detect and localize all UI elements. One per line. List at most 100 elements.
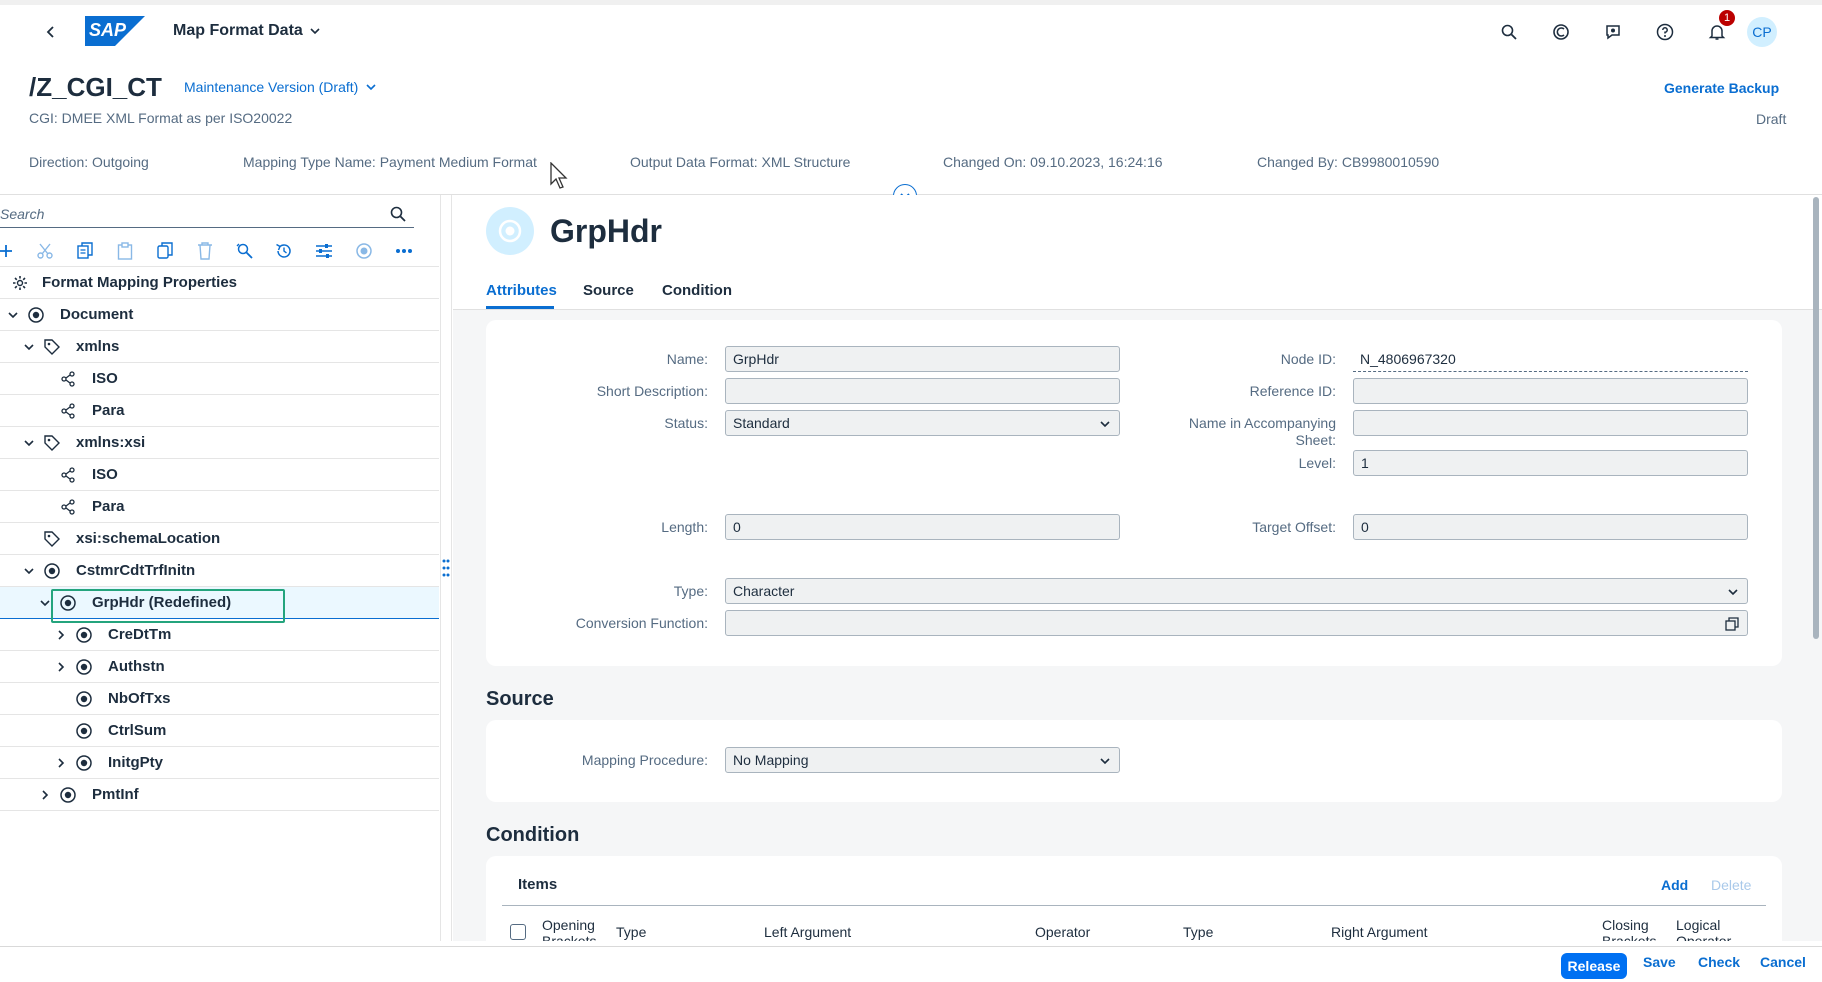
- condition-section-title: Condition: [486, 824, 580, 846]
- share-icon: [61, 467, 75, 483]
- chevron-down-icon: [1728, 589, 1738, 596]
- tab-source[interactable]: Source: [583, 282, 634, 299]
- type-value: Character: [733, 583, 795, 599]
- length-label: Length:: [661, 519, 708, 535]
- tree-item-credttm[interactable]: CreDtTm: [0, 619, 439, 651]
- tree-search-field[interactable]: Search: [0, 201, 414, 228]
- tree-item-iso[interactable]: ISO: [0, 363, 439, 395]
- feedback-button[interactable]: [1598, 17, 1628, 47]
- add-node-button[interactable]: [0, 240, 17, 262]
- tree-root-row[interactable]: Format Mapping Properties: [0, 267, 439, 299]
- value-help-icon: [1725, 617, 1739, 631]
- changed-by-attribute: Changed By: CB9980010590: [1257, 154, 1440, 170]
- detail-scrollbar[interactable]: [1813, 197, 1819, 639]
- node-id-value: N_4806967320: [1353, 346, 1748, 372]
- settings-button[interactable]: [313, 240, 335, 262]
- tree-item-document[interactable]: Document: [0, 299, 439, 331]
- object-title: /Z_CGI_CT: [29, 72, 162, 102]
- node-button[interactable]: [353, 240, 375, 262]
- release-button[interactable]: Release: [1561, 953, 1627, 979]
- chevron-down-icon: [8, 312, 18, 319]
- sap-logo[interactable]: SAP: [85, 16, 145, 46]
- reset-button[interactable]: [273, 240, 295, 262]
- direction-attribute: Direction: Outgoing: [29, 154, 149, 170]
- search-icon: [1501, 24, 1517, 40]
- select-all-checkbox[interactable]: [510, 924, 526, 940]
- reference-id-label: Reference ID:: [1249, 383, 1336, 399]
- tree-item-label: GrpHdr (Redefined): [92, 594, 232, 611]
- grip-icon[interactable]: [442, 558, 450, 578]
- joule-button[interactable]: [1546, 17, 1576, 47]
- chevron-down-icon: [24, 568, 34, 575]
- tree-item-nboftxs[interactable]: NbOfTxs: [0, 683, 439, 715]
- tab-attributes[interactable]: Attributes: [486, 282, 557, 299]
- source-section-title: Source: [486, 688, 554, 710]
- length-input[interactable]: 0: [725, 514, 1120, 540]
- column-opening-brackets: Opening Brackets: [542, 917, 597, 941]
- short-description-input[interactable]: [725, 378, 1120, 404]
- tree-item-iso-2[interactable]: ISO: [0, 459, 439, 491]
- add-condition-button[interactable]: Add: [1661, 877, 1688, 893]
- paste-button[interactable]: [114, 240, 136, 262]
- tree-item-schema-location[interactable]: xsi:schemaLocation: [0, 523, 439, 555]
- type-select[interactable]: Character: [725, 578, 1748, 604]
- tree-item-authstn[interactable]: Authstn: [0, 651, 439, 683]
- copilot-icon: [1553, 24, 1569, 40]
- chevron-down-icon: [24, 344, 34, 351]
- generate-backup-button[interactable]: Generate Backup: [1664, 80, 1779, 96]
- level-input[interactable]: 1: [1353, 450, 1748, 476]
- help-button[interactable]: [1650, 17, 1680, 47]
- tree-item-label: CtrlSum: [108, 722, 167, 739]
- duplicate-button[interactable]: [154, 240, 176, 262]
- chevron-left-icon: [46, 26, 54, 38]
- tree-item-cstmrcdttrfinitn[interactable]: CstmrCdtTrfInitn: [0, 555, 439, 587]
- trash-icon: [198, 242, 212, 260]
- node-icon: [498, 219, 522, 243]
- target-offset-input[interactable]: 0: [1353, 514, 1748, 540]
- mapping-procedure-select[interactable]: No Mapping: [725, 747, 1120, 773]
- cancel-button[interactable]: Cancel: [1760, 954, 1806, 970]
- chevron-down-icon: [1100, 421, 1110, 428]
- tree-item-initgpty[interactable]: InitgPty: [0, 747, 439, 779]
- search-button[interactable]: [1494, 17, 1524, 47]
- column-left-argument: Left Argument: [764, 924, 852, 940]
- tree-item-ctrlsum[interactable]: CtrlSum: [0, 715, 439, 747]
- column-operator: Operator: [1035, 924, 1091, 940]
- status-select[interactable]: Standard: [725, 410, 1120, 436]
- tree-item-label: xmlns:xsi: [76, 434, 146, 451]
- chevron-right-icon: [42, 790, 49, 800]
- name-accompanying-input[interactable]: [1353, 410, 1748, 436]
- share-icon: [61, 403, 75, 419]
- conversion-function-input[interactable]: [725, 610, 1748, 636]
- tree-item-pmtinf[interactable]: PmtInf: [0, 779, 439, 811]
- cut-button[interactable]: [34, 240, 56, 262]
- tree-item-label: Authstn: [108, 658, 165, 675]
- tree-item-grphdr-selected[interactable]: GrpHdr (Redefined): [0, 587, 439, 623]
- version-selector[interactable]: Maintenance Version (Draft): [184, 79, 377, 95]
- delete-button[interactable]: [194, 240, 216, 262]
- changed-on-attribute: Changed On: 09.10.2023, 16:24:16: [943, 154, 1163, 170]
- tree-item-xmlns[interactable]: xmlns: [0, 331, 439, 363]
- where-used-button[interactable]: [234, 240, 256, 262]
- tree-item-para[interactable]: Para: [0, 395, 439, 427]
- node-icon: [76, 723, 92, 739]
- tab-condition[interactable]: Condition: [662, 282, 732, 299]
- search-icon[interactable]: [390, 206, 406, 222]
- copy-button[interactable]: [74, 240, 96, 262]
- app-title-menu[interactable]: Map Format Data: [173, 22, 321, 40]
- delete-condition-button[interactable]: Delete: [1711, 877, 1751, 893]
- name-input[interactable]: GrpHdr: [725, 346, 1120, 372]
- column-right-argument: Right Argument: [1331, 924, 1428, 940]
- back-button[interactable]: [36, 17, 66, 47]
- tree-item-xmlns-xsi[interactable]: xmlns:xsi: [0, 427, 439, 459]
- tree-root-label: Format Mapping Properties: [42, 274, 238, 291]
- user-avatar[interactable]: CP: [1747, 17, 1777, 47]
- tree-item-para-2[interactable]: Para: [0, 491, 439, 523]
- more-button[interactable]: [393, 240, 415, 262]
- chevron-down-icon: [310, 28, 320, 35]
- check-button[interactable]: Check: [1698, 954, 1740, 970]
- reference-id-input[interactable]: [1353, 378, 1748, 404]
- save-button[interactable]: Save: [1643, 954, 1676, 970]
- tree-item-label: xsi:schemaLocation: [76, 530, 221, 547]
- mapping-procedure-value: No Mapping: [733, 752, 809, 768]
